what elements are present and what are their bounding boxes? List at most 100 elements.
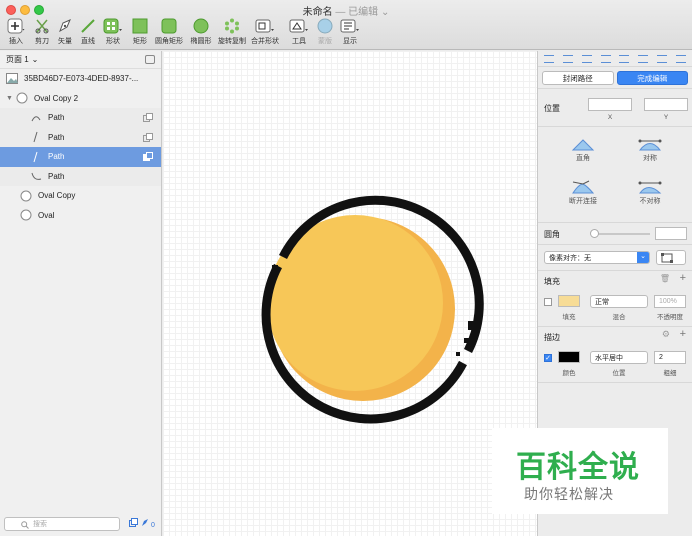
rotate-copy-icon [225,18,239,34]
line-icon [81,19,95,33]
layer-item-path[interactable]: Path [0,166,161,186]
align-icon[interactable] [656,54,667,63]
pen-icon [59,19,71,33]
boolean-op-icon[interactable] [143,152,153,161]
point-type-section: 直角 对称 断开连接 不对称 [538,127,692,223]
fill-checkbox[interactable] [544,298,552,306]
border-section: 描边 ⚙ + ✓ 水平居中 2 颜色 位置 粗细 [538,327,692,383]
add-page-icon[interactable] [145,55,155,64]
rounded-rect-button[interactable]: 圆角矩形 [153,17,185,46]
fill-color-well[interactable] [558,295,580,307]
boolean-op-icon[interactable] [143,132,153,142]
image-icon [6,73,18,85]
rounded-rect-icon [161,18,177,34]
close-path-button[interactable]: 封闭路径 [542,71,614,85]
plus-icon [7,18,25,34]
chevron-down-icon: ⌄ [31,55,39,64]
add-border-icon[interactable]: + [680,328,686,340]
disconnected-point-button[interactable]: 断开连接 [553,180,613,206]
add-fill-icon[interactable]: + [680,272,686,284]
border-position-select[interactable]: 水平居中 [590,351,648,364]
rectangle-icon [132,18,148,34]
align-icon[interactable] [581,54,592,63]
arc-path-icon [30,112,42,124]
oval-icon [16,92,28,104]
oval-button[interactable]: 椭圆形 [185,17,217,46]
y-input[interactable] [644,98,688,111]
chevron-down-icon[interactable]: ▼ [6,95,16,102]
watermark: 百科全说 助你轻松解决 [492,428,668,514]
tools-icon [289,19,308,33]
chevron-down-icon: ⌄ [637,252,649,263]
blend-mode-select[interactable]: 正常 [590,295,648,308]
align-icon[interactable] [600,54,611,63]
align-icon[interactable] [675,54,686,63]
mask-icon [317,18,333,34]
pixel-align-section: 像素对齐：无 ⌄ [538,245,692,271]
mirrored-point-icon [638,139,662,151]
layer-item-image[interactable]: 35BD46D7-E073-4DED-8937-... [0,69,161,89]
corner-radius-input[interactable] [655,227,687,240]
pixel-align-select[interactable]: 像素对齐：无 ⌄ [544,251,650,264]
layer-item-oval-copy[interactable]: Oval Copy [0,186,161,206]
align-icon[interactable] [544,54,555,63]
curve-path-icon [30,170,42,182]
boolean-op-icon[interactable] [143,113,153,122]
scissors-icon [35,19,49,34]
view-button[interactable]: 显示 [334,17,366,46]
line-path-icon [30,151,42,163]
x-input[interactable] [588,98,632,111]
border-width-input[interactable]: 2 [654,351,686,364]
path-edit-buttons: 封闭路径 完成编辑 [538,67,692,89]
combine-icon [255,19,274,33]
corner-radius-section: 圆角 [538,223,692,245]
layer-search-input[interactable]: 搜索 [4,517,120,531]
asymmetric-point-button[interactable]: 不对称 [620,180,680,206]
copy-icon[interactable] [129,518,138,529]
corner-point-icon [571,139,595,151]
shapes-icon [103,18,122,34]
pen-small-icon[interactable] [141,518,150,529]
combine-shapes-button[interactable]: 合并形状 [249,17,281,46]
border-checkbox[interactable]: ✓ [544,354,552,362]
oval-tool-icon [193,18,209,34]
layer-count: 0 [151,522,155,529]
corner-radius-slider[interactable] [592,233,650,235]
layer-item-oval[interactable]: Oval [0,206,161,226]
page-selector[interactable]: 页面 1 ⌄ [0,51,161,69]
canvas[interactable] [163,51,537,536]
transform-icon [661,252,673,263]
alignment-toolbar [538,51,692,67]
align-icon[interactable] [619,54,630,63]
layer-item-path[interactable]: Path [0,108,161,128]
border-color-well[interactable] [558,351,580,363]
done-editing-button[interactable]: 完成编辑 [616,71,688,85]
rectangle-button[interactable]: 矩形 [124,17,156,46]
rotate-copy-button[interactable]: 旋转复制 [216,17,248,46]
trash-icon[interactable]: 🗑 [660,274,670,283]
window-title: 未命名 — 已编辑 ⌄ [302,7,390,18]
oval-icon [20,190,32,202]
view-icon [340,19,359,33]
fill-section: 填充 🗑 + 正常 100% 填充 混合 不透明度 [538,271,692,327]
slider-knob[interactable] [590,229,599,238]
oval-icon [20,209,32,221]
asymmetric-point-icon [638,181,662,194]
align-icon[interactable] [638,54,649,63]
layer-list-panel: 页面 1 ⌄ 35BD46D7-E073-4DED-8937-... ▼ Ova… [0,51,162,536]
disconnected-point-icon [572,180,595,194]
layer-item-oval-copy-2[interactable]: ▼ Oval Copy 2 [0,89,161,109]
corner-point-button[interactable]: 直角 [553,137,613,163]
transform-button[interactable] [656,250,686,265]
layer-item-path-selected[interactable]: Path [0,147,161,167]
window-toolbar: 未命名 — 已编辑 ⌄ 插入 剪刀 矢量 直线 形状 矩形 圆角矩形 椭圆形 旋… [0,0,692,50]
search-icon [21,521,29,529]
chevron-down-icon[interactable]: ⌄ [381,7,389,18]
gear-icon[interactable]: ⚙ [662,329,670,340]
align-icon[interactable] [563,54,574,63]
opacity-input[interactable]: 100% [654,295,686,308]
artwork[interactable] [163,51,537,536]
layer-item-path[interactable]: Path [0,127,161,147]
line-path-icon [30,131,42,143]
mirrored-point-button[interactable]: 对称 [620,137,680,163]
